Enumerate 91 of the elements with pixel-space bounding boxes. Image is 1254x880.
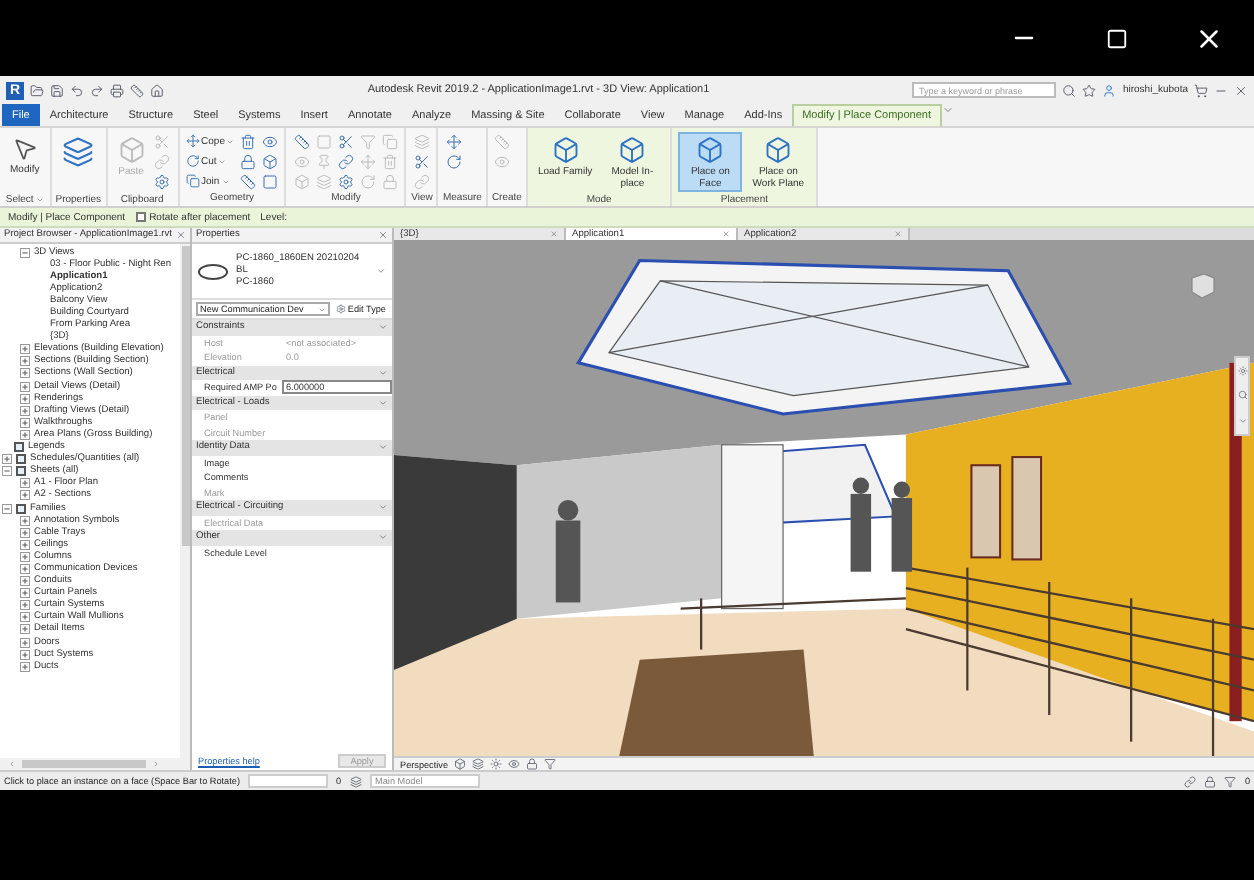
zoom-icon [1237, 390, 1247, 401]
lock-icon [526, 758, 539, 770]
expand-icon[interactable] [20, 344, 30, 355]
filter-icon [544, 758, 557, 770]
collapse-icon[interactable] [20, 247, 30, 258]
eye-icon [508, 758, 521, 770]
expand-icon[interactable] [20, 649, 30, 660]
collapse-icon [378, 502, 388, 513]
horizontal-scrollbar[interactable] [0, 758, 190, 770]
expand-icon[interactable] [20, 381, 30, 392]
wheel-icon [1237, 365, 1247, 376]
collapse-icon [378, 397, 388, 408]
expand-icon[interactable] [20, 368, 30, 379]
house-icon [150, 83, 164, 97]
tool-icon [185, 154, 200, 168]
expand-icon[interactable] [20, 661, 30, 672]
tool-icon[interactable] [412, 152, 431, 170]
tool-icon[interactable] [153, 172, 172, 190]
cube-icon [764, 136, 793, 164]
tool-icon[interactable] [444, 152, 463, 170]
expand-icon[interactable] [20, 527, 30, 538]
link-icon [1184, 775, 1197, 787]
scrollbar[interactable] [180, 244, 190, 758]
expand-icon[interactable] [20, 576, 30, 587]
collapse-icon [378, 322, 388, 333]
tool-icon[interactable] [444, 132, 463, 150]
expand-icon[interactable] [20, 515, 30, 526]
collapse-icon [378, 442, 388, 453]
expand-icon[interactable] [20, 478, 30, 489]
expand-icon[interactable] [20, 405, 30, 416]
expand-icon[interactable] [20, 563, 30, 574]
layers-icon [472, 758, 485, 770]
collapse-icon [378, 532, 388, 543]
collapse-icon[interactable] [2, 466, 12, 477]
expand-icon[interactable] [20, 417, 30, 428]
expand-icon[interactable] [20, 588, 30, 599]
expand-icon[interactable] [2, 454, 12, 465]
expand-icon[interactable] [20, 612, 30, 623]
cube-icon [551, 136, 580, 164]
expand-icon[interactable] [20, 393, 30, 404]
ruler-icon [130, 83, 144, 97]
expand-icon[interactable] [20, 429, 30, 440]
filter-icon [1224, 775, 1237, 787]
category-icon [16, 503, 26, 514]
expand-icon[interactable] [20, 551, 30, 562]
tool-icon[interactable] [260, 152, 279, 170]
star-icon [1082, 83, 1097, 97]
undo-icon [70, 83, 84, 97]
tool-icon[interactable] [336, 152, 355, 170]
caret-icon [1237, 416, 1247, 427]
expand-icon[interactable] [20, 490, 30, 501]
tool-icon[interactable] [238, 132, 257, 150]
collapse-icon[interactable] [2, 503, 12, 514]
tool-icon [185, 134, 200, 148]
printer-icon [110, 83, 124, 97]
tool-icon[interactable] [260, 172, 279, 190]
tool-icon [185, 174, 200, 188]
redo-icon [90, 83, 104, 97]
sun-icon [490, 758, 503, 770]
cube-icon [618, 136, 647, 164]
status-field[interactable] [247, 774, 328, 788]
caret-icon [376, 266, 386, 276]
collapse-icon [378, 367, 388, 378]
layers-icon [349, 775, 362, 787]
folder-icon [30, 83, 44, 97]
expand-icon[interactable] [20, 624, 30, 635]
tool-icon[interactable] [336, 172, 355, 190]
user-icon [1102, 83, 1117, 97]
device-preview-icon [198, 263, 228, 279]
pointer-icon [11, 136, 38, 162]
cart-icon [1194, 83, 1208, 97]
tool-icon[interactable] [336, 132, 355, 150]
tool-icon[interactable] [238, 152, 257, 170]
expand-icon[interactable] [20, 637, 30, 648]
gear-icon [335, 304, 346, 314]
search-icon [1062, 83, 1077, 97]
tool-icon[interactable] [292, 132, 311, 150]
view-cube-icon[interactable] [1186, 268, 1218, 304]
save-icon [50, 83, 64, 97]
expand-icon[interactable] [20, 600, 30, 611]
close-icon [1234, 83, 1248, 97]
tool-icon[interactable] [238, 172, 257, 190]
tool-icon[interactable] [260, 132, 279, 150]
cube-icon [696, 136, 725, 164]
layers-icon [61, 136, 94, 168]
cube-icon [117, 136, 146, 164]
expand-icon[interactable] [20, 539, 30, 550]
lock-icon [1204, 775, 1217, 787]
cube-icon [454, 758, 467, 770]
navigation-bar[interactable] [1234, 356, 1250, 436]
expand-icon[interactable] [20, 356, 30, 367]
